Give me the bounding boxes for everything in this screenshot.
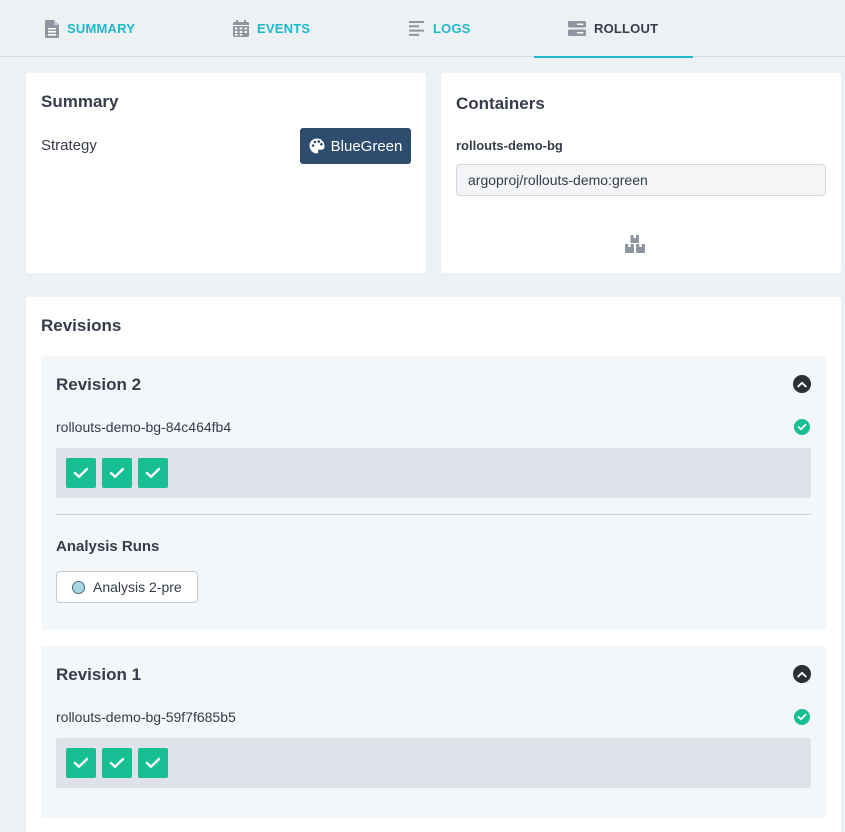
replicaset-name: rollouts-demo-bg-84c464fb4: [56, 419, 232, 435]
containers-title: Containers: [456, 94, 545, 113]
divider: [56, 514, 811, 515]
pod-ready[interactable]: [102, 748, 132, 778]
check-icon: [109, 467, 125, 478]
pod-ready[interactable]: [66, 458, 96, 488]
tab-summary-label: SUMMARY: [67, 21, 136, 36]
check-icon: [145, 467, 161, 478]
revisions-title: Revisions: [41, 316, 122, 335]
tab-events-label: EVENTS: [257, 21, 311, 36]
summary-card: Summary Strategy BlueGreen: [26, 73, 426, 273]
strategy-badge: BlueGreen: [300, 128, 411, 164]
analysis-run-label: Analysis 2-pre: [93, 579, 182, 595]
pods-row: [56, 738, 811, 788]
pod-ready[interactable]: [102, 458, 132, 488]
check-icon: [73, 467, 89, 478]
check-icon: [145, 757, 161, 768]
tab-summary[interactable]: SUMMARY: [45, 0, 135, 57]
tab-logs-label: LOGS: [433, 21, 471, 36]
collapse-button[interactable]: [793, 665, 811, 683]
tab-rollout-label: ROLLOUT: [594, 21, 659, 36]
tab-events[interactable]: EVENTS: [233, 0, 310, 57]
calendar-icon: [233, 20, 249, 37]
pod-ready[interactable]: [66, 748, 96, 778]
server-icon: [568, 21, 586, 36]
file-icon: [45, 19, 59, 38]
revisions-card: Revisions Revision 2 rollouts-demo-bg-84…: [26, 297, 841, 832]
collapse-button[interactable]: [793, 375, 811, 393]
healthy-icon: [794, 709, 810, 725]
revision-panel: Revision 2 rollouts-demo-bg-84c464fb4 An…: [41, 356, 826, 630]
chevron-up-icon: [797, 671, 807, 677]
check-icon: [73, 757, 89, 768]
revision-title: Revision 1: [56, 665, 142, 684]
container-image-field[interactable]: [456, 164, 826, 196]
replicaset-name: rollouts-demo-bg-59f7f685b5: [56, 709, 236, 725]
strategy-label: Strategy: [41, 137, 97, 154]
container-name: rollouts-demo-bg: [456, 138, 563, 153]
analysis-run-button[interactable]: Analysis 2-pre: [56, 571, 198, 603]
pods-row: [56, 448, 811, 498]
revision-panel: Revision 1 rollouts-demo-bg-59f7f685b5: [41, 646, 826, 818]
analysis-status-icon: [72, 580, 85, 594]
tab-rollout[interactable]: ROLLOUT: [533, 0, 694, 58]
revision-title: Revision 2: [56, 375, 142, 394]
summary-title: Summary: [41, 92, 119, 111]
align-left-icon: [409, 21, 424, 36]
palette-icon: [309, 138, 325, 154]
tab-bar: SUMMARY EVENTS LOGS ROLLOUT: [0, 0, 845, 58]
healthy-icon: [794, 419, 810, 435]
cubes-icon: [625, 235, 645, 253]
check-icon: [109, 757, 125, 768]
pod-ready[interactable]: [138, 458, 168, 488]
strategy-value: BlueGreen: [330, 137, 403, 155]
chevron-up-icon: [797, 381, 807, 387]
tab-logs[interactable]: LOGS: [409, 0, 471, 57]
analysis-runs-title: Analysis Runs: [56, 538, 160, 555]
containers-card: Containers rollouts-demo-bg: [441, 73, 841, 273]
pod-ready[interactable]: [138, 748, 168, 778]
